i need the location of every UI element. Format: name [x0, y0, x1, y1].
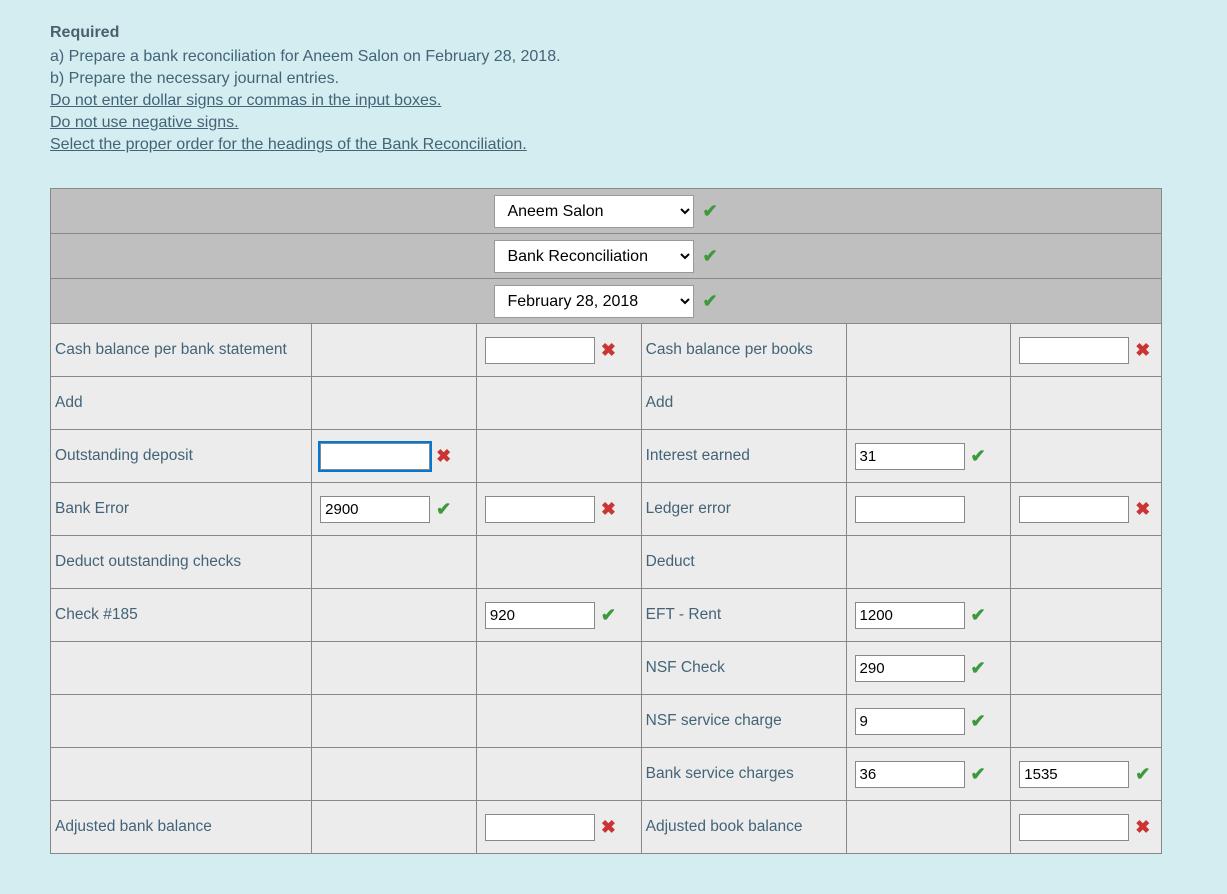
instructions: Required a) Prepare a bank reconciliatio… [50, 24, 1177, 154]
book-deduct-label: Deduct [641, 536, 846, 589]
x-icon: ✖ [601, 341, 616, 359]
interest-earned-label: Interest earned [641, 430, 846, 483]
x-icon: ✖ [1135, 341, 1150, 359]
adjusted-book-input[interactable] [1019, 814, 1129, 841]
required-line-a: a) Prepare a bank reconciliation for Ane… [50, 48, 1177, 66]
ledger-error-total-input[interactable] [1019, 496, 1129, 523]
bank-cash-balance-label: Cash balance per bank statement [51, 324, 312, 377]
bank-error-total-input[interactable] [485, 496, 595, 523]
bank-add-label: Add [51, 377, 312, 430]
x-icon: ✖ [1135, 500, 1150, 518]
company-select[interactable]: Aneem Salon [494, 195, 694, 228]
check-icon: ✔ [702, 292, 717, 310]
nsf-service-input[interactable] [855, 708, 965, 735]
book-add-label: Add [641, 377, 846, 430]
check-icon: ✔ [702, 247, 717, 265]
book-cash-balance-label: Cash balance per books [641, 324, 846, 377]
check-icon: ✔ [971, 712, 986, 730]
book-cash-balance-input[interactable] [1019, 337, 1129, 364]
check-icon: ✔ [436, 500, 451, 518]
required-rule-1: Do not enter dollar signs or commas in t… [50, 92, 1177, 110]
check-icon: ✔ [1135, 765, 1150, 783]
x-icon: ✖ [1135, 818, 1150, 836]
deduct-checks-label: Deduct outstanding checks [51, 536, 312, 589]
check-icon: ✔ [601, 606, 616, 624]
required-rule-3: Select the proper order for the headings… [50, 136, 1177, 154]
check-icon: ✔ [971, 765, 986, 783]
check-185-label: Check #185 [51, 589, 312, 642]
required-rule-2: Do not use negative signs. [50, 114, 1177, 132]
x-icon: ✖ [601, 818, 616, 836]
check-icon: ✔ [971, 606, 986, 624]
x-icon: ✖ [436, 447, 451, 465]
eft-rent-input[interactable] [855, 602, 965, 629]
bank-service-input[interactable] [855, 761, 965, 788]
ledger-error-label: Ledger error [641, 483, 846, 536]
x-icon: ✖ [601, 500, 616, 518]
check-icon: ✔ [971, 447, 986, 465]
check-185-input[interactable] [485, 602, 595, 629]
bank-service-label: Bank service charges [641, 748, 846, 801]
outstanding-deposit-input[interactable] [320, 443, 430, 470]
adjusted-book-label: Adjusted book balance [641, 801, 846, 854]
book-deduct-total-input[interactable] [1019, 761, 1129, 788]
eft-rent-label: EFT - Rent [641, 589, 846, 642]
bank-error-input[interactable] [320, 496, 430, 523]
check-icon: ✔ [702, 202, 717, 220]
required-title: Required [50, 24, 1177, 42]
ledger-error-input[interactable] [855, 496, 965, 523]
nsf-service-label: NSF service charge [641, 695, 846, 748]
adjusted-bank-input[interactable] [485, 814, 595, 841]
adjusted-bank-label: Adjusted bank balance [51, 801, 312, 854]
nsf-check-input[interactable] [855, 655, 965, 682]
required-line-b: b) Prepare the necessary journal entries… [50, 70, 1177, 88]
date-select[interactable]: February 28, 2018 [494, 285, 694, 318]
interest-earned-input[interactable] [855, 443, 965, 470]
check-icon: ✔ [971, 659, 986, 677]
bank-error-label: Bank Error [51, 483, 312, 536]
bank-cash-balance-input[interactable] [485, 337, 595, 364]
title-select[interactable]: Bank Reconciliation [494, 240, 694, 273]
nsf-check-label: NSF Check [641, 642, 846, 695]
reconciliation-table: Aneem Salon ✔ Bank Reconciliation ✔ [50, 188, 1162, 854]
outstanding-deposit-label: Outstanding deposit [51, 430, 312, 483]
